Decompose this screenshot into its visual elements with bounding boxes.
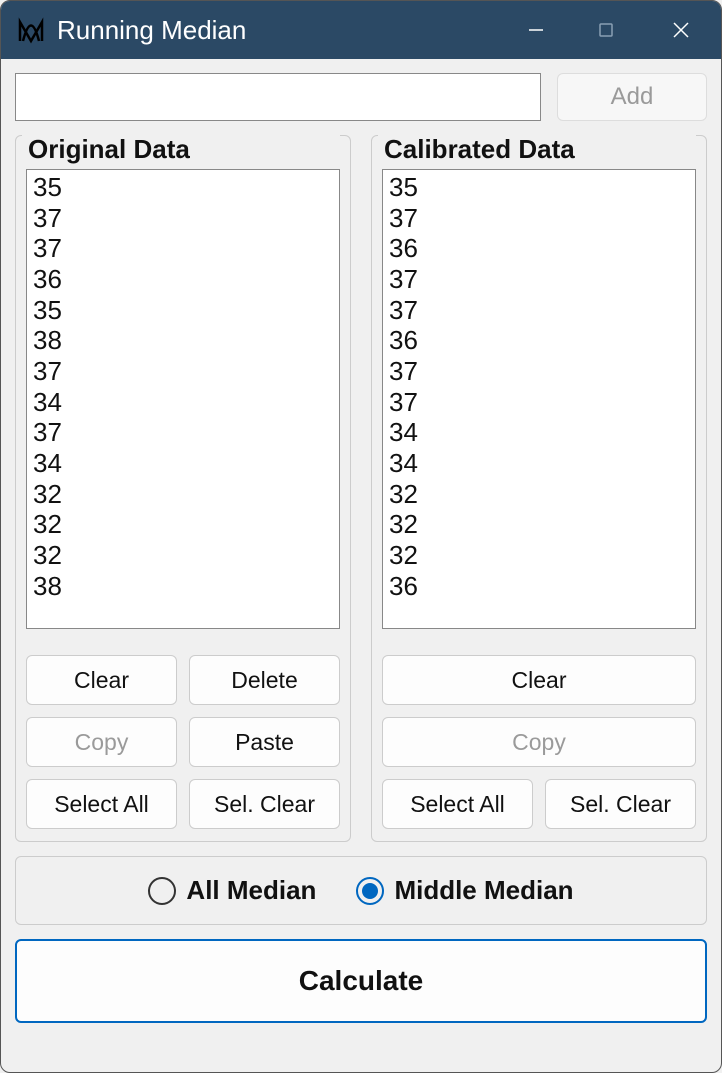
list-item[interactable]: 38 xyxy=(31,325,335,356)
median-mode-group: All Median Middle Median xyxy=(15,856,707,925)
app-icon xyxy=(15,14,47,46)
list-item[interactable]: 36 xyxy=(387,571,691,602)
radio-middle-median[interactable]: Middle Median xyxy=(356,875,573,906)
calculate-button[interactable]: Calculate xyxy=(15,939,707,1023)
original-selclear-button[interactable]: Sel. Clear xyxy=(189,779,340,829)
list-item[interactable]: 32 xyxy=(31,479,335,510)
add-input[interactable] xyxy=(15,73,541,121)
panels-row: Original Data 35373736353837343734323232… xyxy=(15,135,707,842)
list-item[interactable]: 36 xyxy=(387,325,691,356)
minimize-button[interactable] xyxy=(501,1,571,59)
app-window: Running Median Add Original Data xyxy=(0,0,722,1073)
list-item[interactable]: 36 xyxy=(387,233,691,264)
list-item[interactable]: 32 xyxy=(31,509,335,540)
original-paste-button[interactable]: Paste xyxy=(189,717,340,767)
list-item[interactable]: 32 xyxy=(31,540,335,571)
list-item[interactable]: 37 xyxy=(31,233,335,264)
list-item[interactable]: 37 xyxy=(31,203,335,234)
list-item[interactable]: 34 xyxy=(387,417,691,448)
radio-all-label: All Median xyxy=(186,875,316,906)
list-item[interactable]: 32 xyxy=(387,479,691,510)
original-panel: Original Data 35373736353837343734323232… xyxy=(15,135,351,842)
list-item[interactable]: 34 xyxy=(31,448,335,479)
list-item[interactable]: 36 xyxy=(31,264,335,295)
calibrated-selclear-button[interactable]: Sel. Clear xyxy=(545,779,696,829)
titlebar: Running Median xyxy=(1,1,721,59)
list-item[interactable]: 34 xyxy=(31,387,335,418)
window-controls xyxy=(501,1,721,59)
original-copy-button[interactable]: Copy xyxy=(26,717,177,767)
list-item[interactable]: 37 xyxy=(387,203,691,234)
add-row: Add xyxy=(15,73,707,121)
content-area: Add Original Data 3537373635383734373432… xyxy=(1,59,721,1072)
list-item[interactable]: 35 xyxy=(31,295,335,326)
list-item[interactable]: 37 xyxy=(31,417,335,448)
add-button[interactable]: Add xyxy=(557,73,707,121)
original-listbox[interactable]: 3537373635383734373432323238 xyxy=(26,169,340,629)
radio-all-median[interactable]: All Median xyxy=(148,875,316,906)
list-item[interactable]: 32 xyxy=(387,540,691,571)
calibrated-copy-button[interactable]: Copy xyxy=(382,717,696,767)
original-clear-button[interactable]: Clear xyxy=(26,655,177,705)
original-delete-button[interactable]: Delete xyxy=(189,655,340,705)
calibrated-panel: Calibrated Data 353736373736373734343232… xyxy=(371,135,707,842)
list-item[interactable]: 34 xyxy=(387,448,691,479)
radio-icon xyxy=(148,877,176,905)
window-title: Running Median xyxy=(57,15,501,46)
list-item[interactable]: 35 xyxy=(387,172,691,203)
original-selectall-button[interactable]: Select All xyxy=(26,779,177,829)
original-title: Original Data xyxy=(22,134,340,165)
calibrated-title: Calibrated Data xyxy=(378,134,696,165)
list-item[interactable]: 37 xyxy=(387,387,691,418)
calibrated-selectall-button[interactable]: Select All xyxy=(382,779,533,829)
calibrated-listbox[interactable]: 3537363737363737343432323236 xyxy=(382,169,696,629)
close-button[interactable] xyxy=(641,1,721,59)
calibrated-button-grid: Clear Copy Select All Sel. Clear xyxy=(382,655,696,829)
calibrated-clear-button[interactable]: Clear xyxy=(382,655,696,705)
radio-middle-label: Middle Median xyxy=(394,875,573,906)
list-item[interactable]: 38 xyxy=(31,571,335,602)
list-item[interactable]: 37 xyxy=(31,356,335,387)
list-item[interactable]: 37 xyxy=(387,295,691,326)
list-item[interactable]: 37 xyxy=(387,264,691,295)
original-button-grid: Clear Delete Copy Paste Select All Sel. … xyxy=(26,655,340,829)
list-item[interactable]: 35 xyxy=(31,172,335,203)
list-item[interactable]: 37 xyxy=(387,356,691,387)
list-item[interactable]: 32 xyxy=(387,509,691,540)
radio-icon xyxy=(356,877,384,905)
maximize-button[interactable] xyxy=(571,1,641,59)
